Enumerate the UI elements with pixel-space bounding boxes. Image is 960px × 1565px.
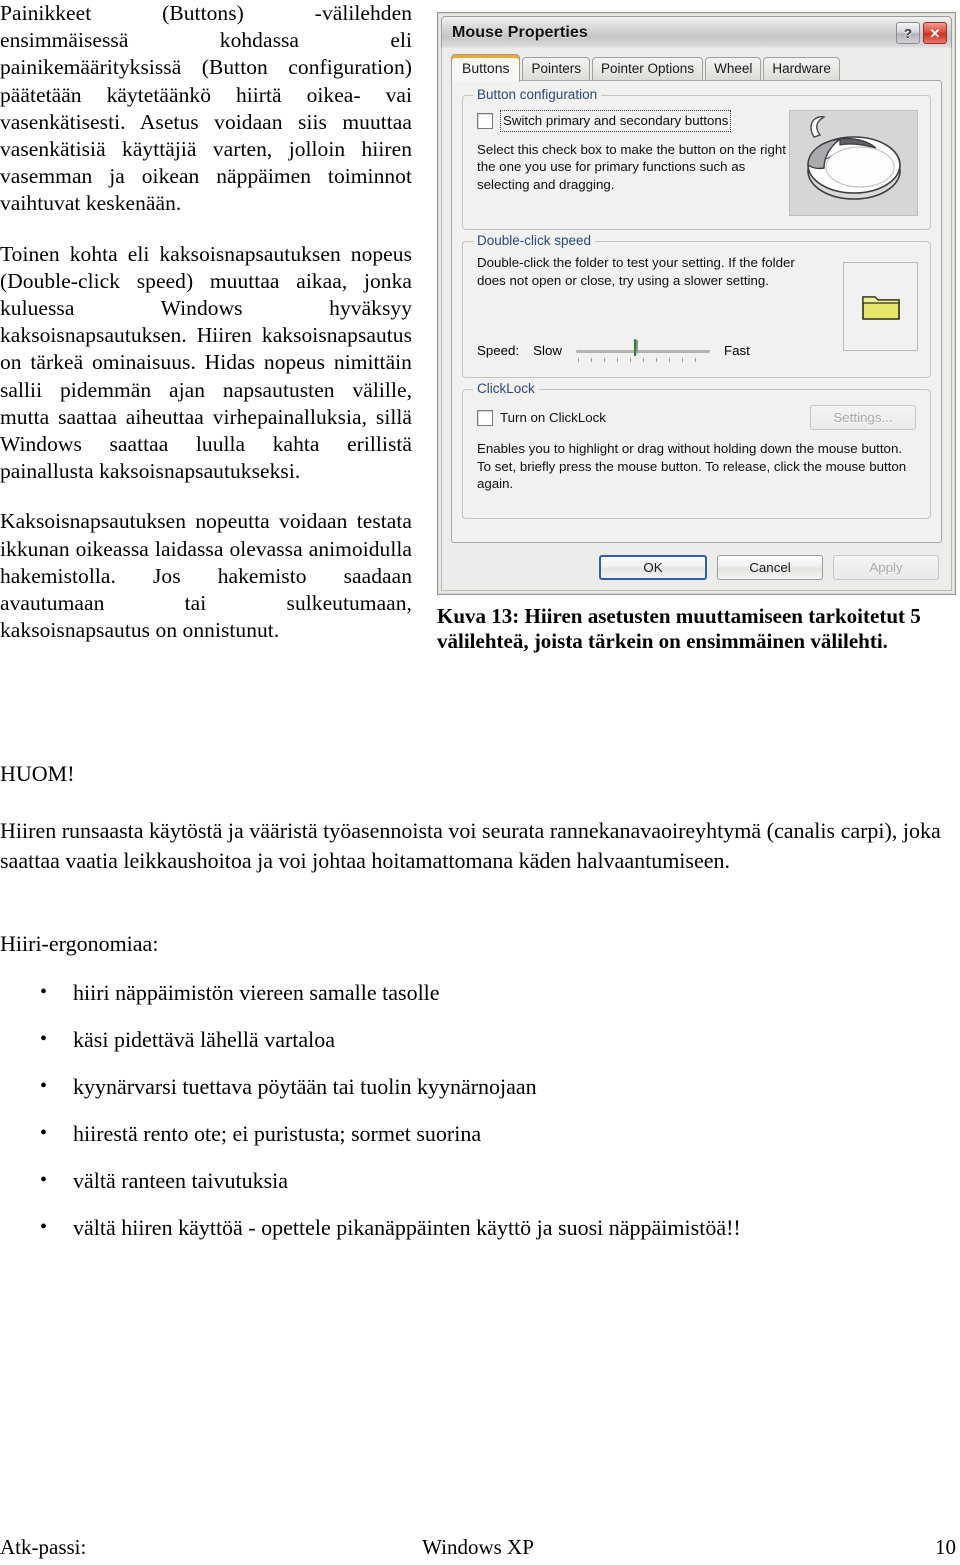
ok-button[interactable]: OK xyxy=(599,555,707,580)
tab-strip: Buttons Pointers Pointer Options Wheel H… xyxy=(451,53,942,82)
tab-pointer-options[interactable]: Pointer Options xyxy=(592,57,704,81)
list-item: vältä ranteen taivutuksia xyxy=(0,1166,960,1195)
help-icon[interactable]: ? xyxy=(896,22,920,44)
lower-content: HUOM! Hiiren runsaasta käytöstä ja vääri… xyxy=(0,760,960,1261)
group-label-double-click-speed: Double-click speed xyxy=(473,233,596,248)
page-footer: Atk-passi: Windows XP 10 xyxy=(0,1535,960,1560)
tab-wheel[interactable]: Wheel xyxy=(705,57,762,81)
folder-test-box[interactable] xyxy=(843,262,918,351)
clicklock-checkbox-row[interactable]: Turn on ClickLock xyxy=(477,409,606,427)
mouse-icon xyxy=(807,116,901,200)
group-button-configuration: Button configuration Switch primary and … xyxy=(462,87,931,230)
slider-thumb[interactable] xyxy=(634,339,647,362)
switch-buttons-checkbox-row[interactable]: Switch primary and secondary buttons xyxy=(477,110,795,132)
mouse-preview-box xyxy=(789,110,918,216)
ergonomics-list: hiiri näppäimistön viereen samalle tasol… xyxy=(0,978,960,1242)
dialog-footer-buttons: OK Cancel Apply xyxy=(599,555,939,580)
window-title: Mouse Properties xyxy=(452,24,588,41)
list-item: hiiri näppäimistön viereen samalle tasol… xyxy=(0,978,960,1007)
checkbox-label-switch-primary-secondary: Switch primary and secondary buttons xyxy=(500,110,732,132)
group-label-button-configuration: Button configuration xyxy=(473,87,602,102)
group-double-click-speed: Double-click speed Double-click the fold… xyxy=(462,233,931,378)
paragraph-3: Kaksoisnapsautuksen nopeutta voidaan tes… xyxy=(0,509,412,643)
button-configuration-description: Select this check box to make the button… xyxy=(477,141,786,192)
checkbox-turn-on-clicklock[interactable] xyxy=(477,409,493,426)
window-system-buttons: ? ✕ xyxy=(896,22,947,44)
double-click-speed-slider-row: Speed: Slow Fast xyxy=(477,339,750,362)
window-titlebar[interactable]: Mouse Properties ? ✕ xyxy=(441,16,952,50)
checkbox-label-turn-on-clicklock: Turn on ClickLock xyxy=(500,409,606,425)
close-icon[interactable]: ✕ xyxy=(923,22,947,44)
clicklock-settings-button[interactable]: Settings... xyxy=(810,405,916,430)
list-item: kyynärvarsi tuettava pöytään tai tuolin … xyxy=(0,1072,960,1101)
footer-page-number: 10 xyxy=(935,1535,956,1559)
tab-page-buttons: Button configuration Switch primary and … xyxy=(451,80,942,543)
group-clicklock: ClickLock Turn on ClickLock Settings... … xyxy=(462,381,931,519)
tab-hardware[interactable]: Hardware xyxy=(763,57,840,81)
list-item: hiirestä rento ote; ei puristusta; sorme… xyxy=(0,1119,960,1148)
list-item: vältä hiiren käyttöä - opettele pikanäpp… xyxy=(0,1213,960,1242)
figure-caption: Kuva 13: Hiiren asetusten muuttamiseen t… xyxy=(437,604,921,653)
slider-slow-label: Slow xyxy=(533,342,562,358)
tab-pointers[interactable]: Pointers xyxy=(522,57,591,81)
paragraph-1: Painikkeet (Buttons) -välilehden ensimmä… xyxy=(0,1,412,216)
apply-button[interactable]: Apply xyxy=(833,555,939,580)
note-heading: HUOM! xyxy=(0,761,75,786)
double-click-speed-description: Double-click the folder to test your set… xyxy=(477,255,795,288)
folder-icon[interactable] xyxy=(861,291,901,323)
footer-center: Windows XP xyxy=(422,1535,534,1559)
group-label-clicklock: ClickLock xyxy=(473,381,539,396)
cancel-button[interactable]: Cancel xyxy=(717,555,823,580)
left-text-column: Painikkeet (Buttons) -välilehden ensimmä… xyxy=(0,0,412,667)
footer-left: Atk-passi: xyxy=(0,1535,87,1559)
tab-buttons[interactable]: Buttons xyxy=(451,53,521,82)
checkbox-switch-primary-secondary[interactable] xyxy=(477,112,493,129)
list-heading: Hiiri-ergonomiaa: xyxy=(0,931,159,956)
slider-fast-label: Fast xyxy=(723,342,750,358)
speed-label: Speed: xyxy=(477,342,520,358)
clicklock-description: Enables you to highlight or drag without… xyxy=(477,441,907,491)
double-click-speed-slider[interactable] xyxy=(575,339,710,362)
note-body: Hiiren runsaasta käytöstä ja vääristä ty… xyxy=(0,818,941,873)
document-page: Painikkeet (Buttons) -välilehden ensimmä… xyxy=(0,0,960,1565)
mouse-properties-window: Mouse Properties ? ✕ Buttons Pointers Po… xyxy=(437,12,956,595)
paragraph-2: Toinen kohta eli kaksoisnapsautuksen nop… xyxy=(0,241,412,484)
window-client-area: Buttons Pointers Pointer Options Wheel H… xyxy=(441,48,952,591)
figure-mouse-properties: Mouse Properties ? ✕ Buttons Pointers Po… xyxy=(437,12,958,654)
list-item: käsi pidettävä lähellä vartaloa xyxy=(0,1025,960,1054)
